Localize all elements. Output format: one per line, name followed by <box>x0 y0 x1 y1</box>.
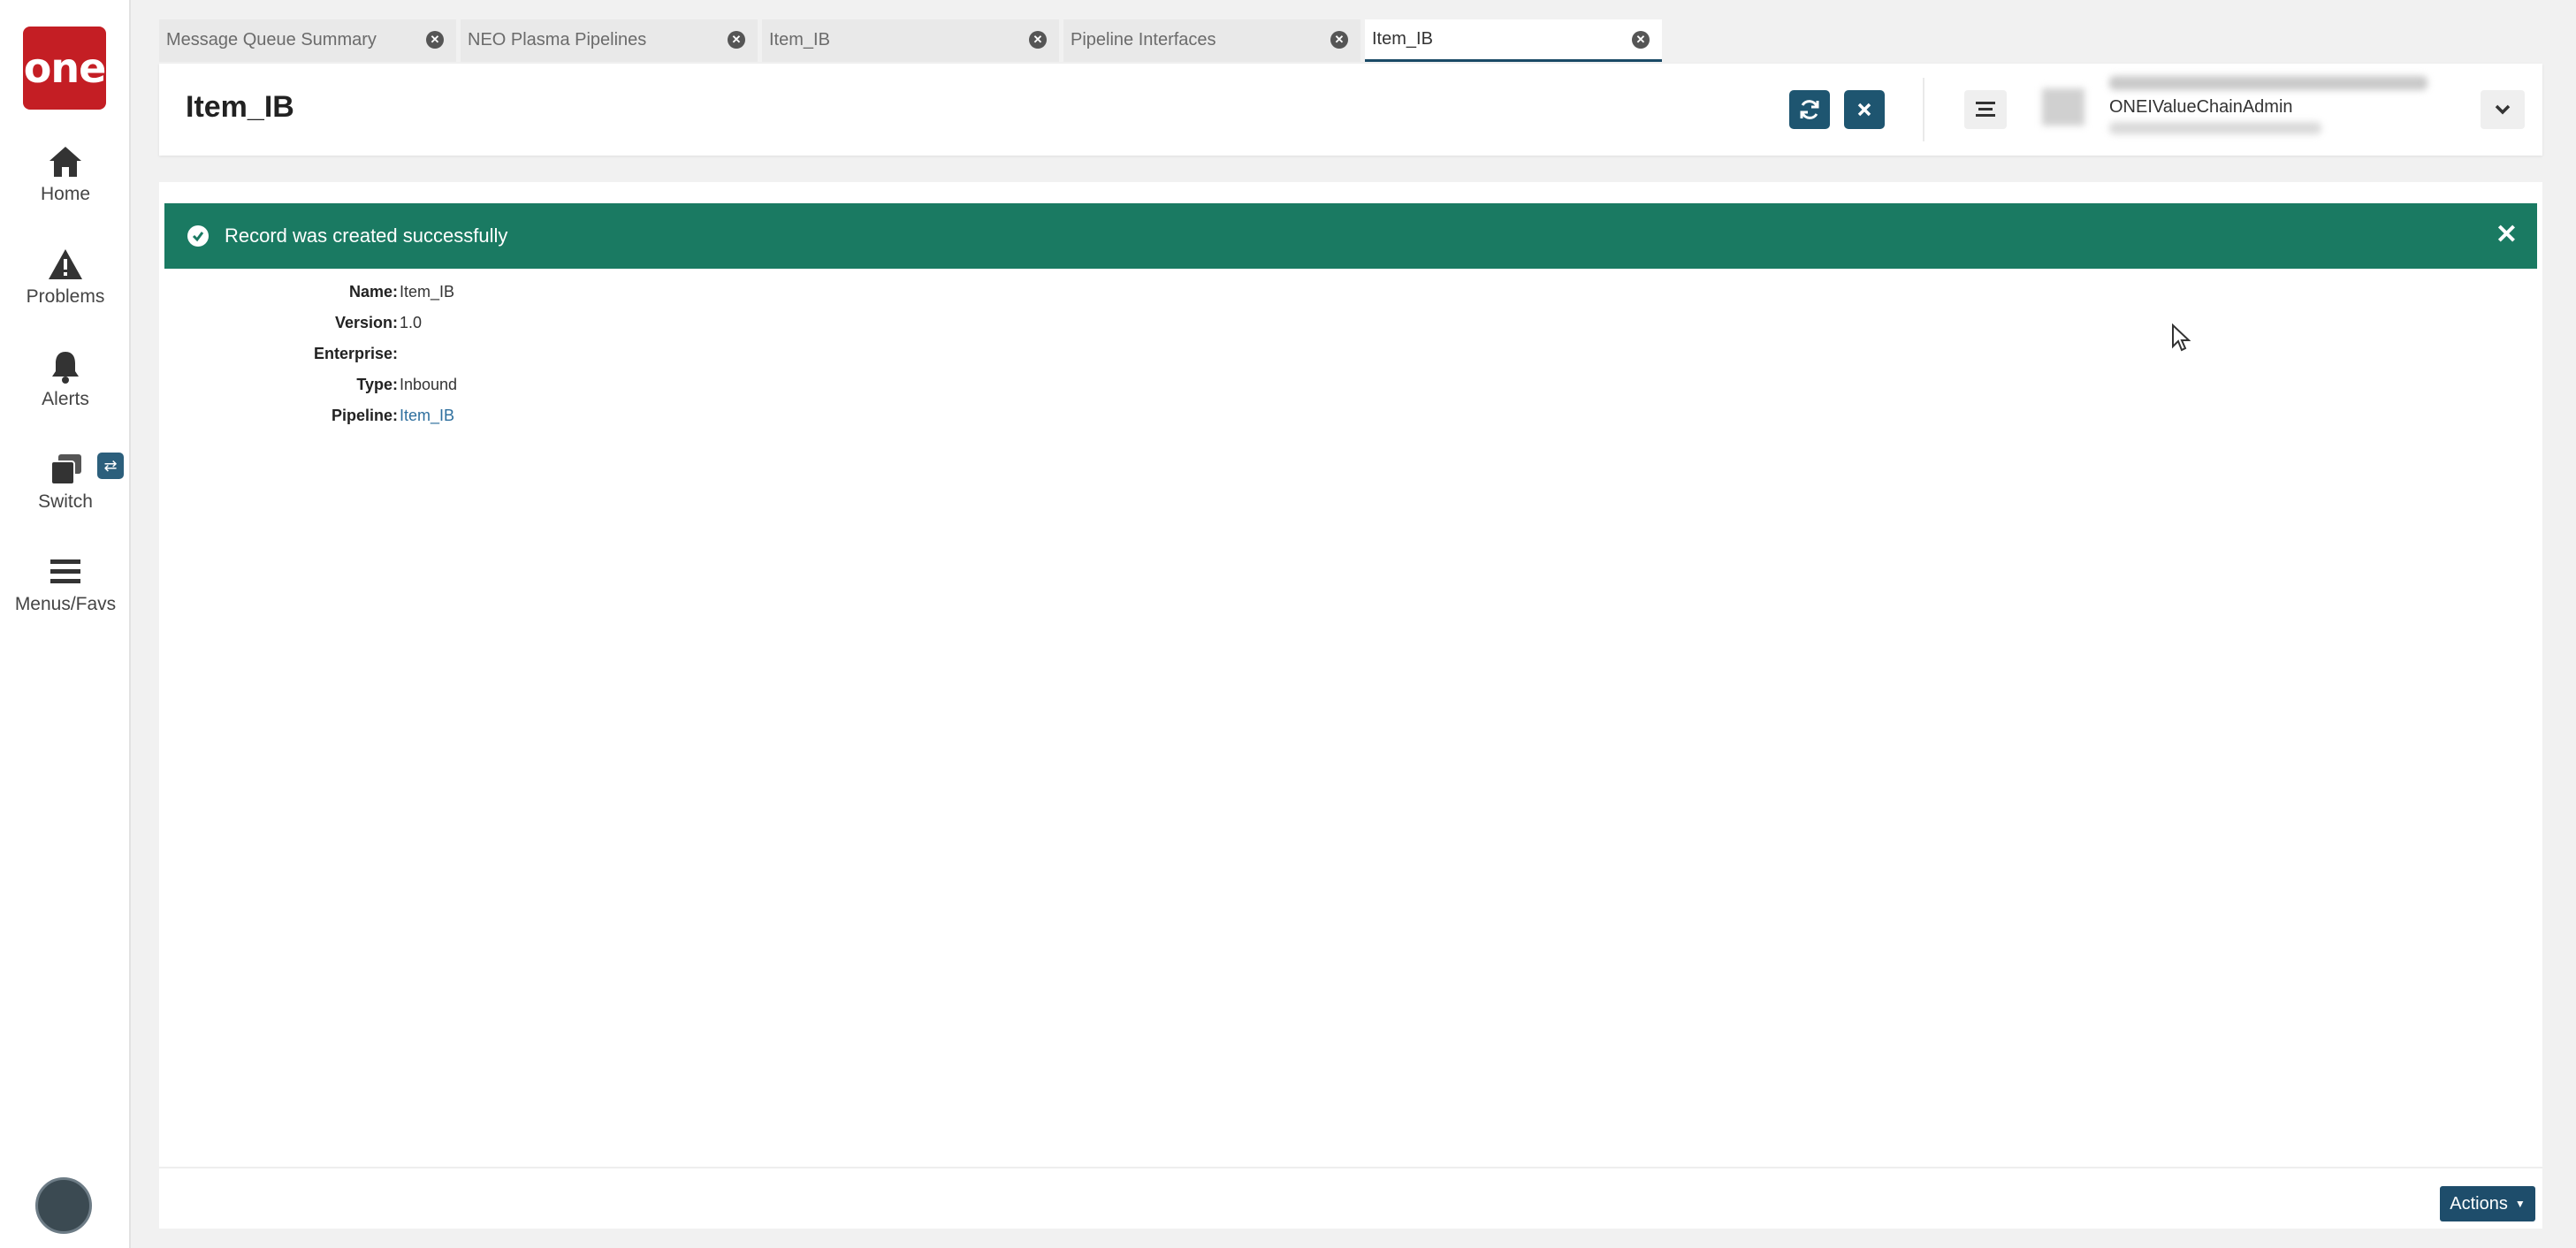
tab-label: Pipeline Interfaces <box>1071 29 1216 49</box>
field-label: Enterprise: <box>313 345 398 362</box>
field-value: Item_IB <box>400 283 455 301</box>
field-name: Name: Item_IB <box>159 283 866 313</box>
chevron-down-icon <box>2495 104 2511 115</box>
page-title: Item_IB <box>186 90 294 124</box>
tab-item-ib-active[interactable]: Item_IB ✕ <box>1365 19 1662 62</box>
field-pipeline: Pipeline: Item_IB <box>159 407 866 437</box>
page-header: Item_IB ONEIValueChainAdmin <box>159 64 2542 156</box>
field-label: Pipeline: <box>331 407 398 424</box>
tab-label: Item_IB <box>1372 29 1433 49</box>
field-label: Name: <box>348 283 398 301</box>
hamburger-icon <box>1976 102 1995 117</box>
close-tab-icon[interactable]: ✕ <box>426 31 444 49</box>
user-role: ONEIValueChainAdmin <box>2109 97 2293 117</box>
sidebar-item-menus-favs[interactable]: Menus/Favs <box>0 555 131 615</box>
user-info[interactable]: ONEIValueChainAdmin <box>2042 64 2519 156</box>
user-avatar-blurred <box>2042 88 2084 126</box>
header-divider <box>1923 78 1924 141</box>
tab-pipeline-interfaces[interactable]: Pipeline Interfaces ✕ <box>1063 19 1360 62</box>
close-tab-icon[interactable]: ✕ <box>1029 31 1047 49</box>
app-logo[interactable]: one <box>23 27 106 110</box>
bell-icon <box>52 352 79 384</box>
sidebar-item-label: Home <box>40 184 91 204</box>
sidebar-item-alerts[interactable]: Alerts <box>0 350 131 410</box>
refresh-icon <box>1800 100 1819 119</box>
tab-bar: Message Queue Summary ✕ NEO Plasma Pipel… <box>159 19 1666 62</box>
user-name-blurred <box>2109 76 2427 90</box>
user-detail-blurred <box>2109 122 2321 134</box>
success-alert: Record was created successfully ✕ <box>164 203 2537 269</box>
actions-label: Actions <box>2450 1193 2508 1214</box>
tab-message-queue-summary[interactable]: Message Queue Summary ✕ <box>159 19 456 62</box>
hamburger-button[interactable] <box>1964 90 2007 129</box>
field-value: Inbound <box>400 376 458 393</box>
close-tab-icon[interactable]: ✕ <box>1632 30 1650 49</box>
tab-label: NEO Plasma Pipelines <box>468 29 647 49</box>
user-avatar[interactable] <box>35 1177 92 1234</box>
sidebar-item-label: Problems <box>26 286 105 307</box>
tab-label: Item_IB <box>769 29 830 49</box>
field-enterprise: Enterprise: <box>159 345 866 375</box>
switch-icon <box>50 454 81 485</box>
actions-button[interactable]: Actions ▼ <box>2440 1186 2535 1221</box>
caret-down-icon: ▼ <box>2514 1198 2526 1210</box>
field-value: 1.0 <box>400 314 423 331</box>
sidebar-item-label: Menus/Favs <box>14 594 117 614</box>
close-tab-icon[interactable]: ✕ <box>728 31 745 49</box>
field-label: Type: <box>356 376 398 393</box>
field-type: Type: Inbound <box>159 376 866 406</box>
check-circle-icon <box>187 225 209 247</box>
tab-neo-plasma-pipelines[interactable]: NEO Plasma Pipelines ✕ <box>461 19 758 62</box>
home-icon <box>50 147 81 177</box>
tab-item-ib[interactable]: Item_IB ✕ <box>762 19 1059 62</box>
refresh-button[interactable] <box>1789 90 1830 129</box>
close-tab-icon[interactable]: ✕ <box>1330 31 1348 49</box>
close-button[interactable] <box>1844 90 1885 129</box>
sidebar: one Home Problems Alerts Switch ⇄ Menus/… <box>0 0 131 1248</box>
footer-divider <box>159 1167 2542 1168</box>
field-label: Version: <box>334 314 398 331</box>
sidebar-item-problems[interactable]: Problems <box>0 247 131 308</box>
mouse-cursor-icon <box>2172 323 2191 352</box>
close-alert-icon[interactable]: ✕ <box>2496 219 2518 250</box>
close-icon <box>1857 103 1871 117</box>
tab-label: Message Queue Summary <box>166 29 377 49</box>
sidebar-item-home[interactable]: Home <box>0 145 131 205</box>
sidebar-item-label: Switch <box>38 491 93 512</box>
field-version: Version: 1.0 <box>159 314 866 344</box>
pipeline-link[interactable]: Item_IB <box>400 407 454 425</box>
user-dropdown-button[interactable] <box>2481 90 2525 129</box>
sidebar-item-label: Alerts <box>42 389 89 409</box>
warning-icon <box>49 249 82 279</box>
swap-icon[interactable]: ⇄ <box>97 453 124 479</box>
menu-icon <box>50 559 80 583</box>
alert-message: Record was created successfully <box>225 224 508 247</box>
